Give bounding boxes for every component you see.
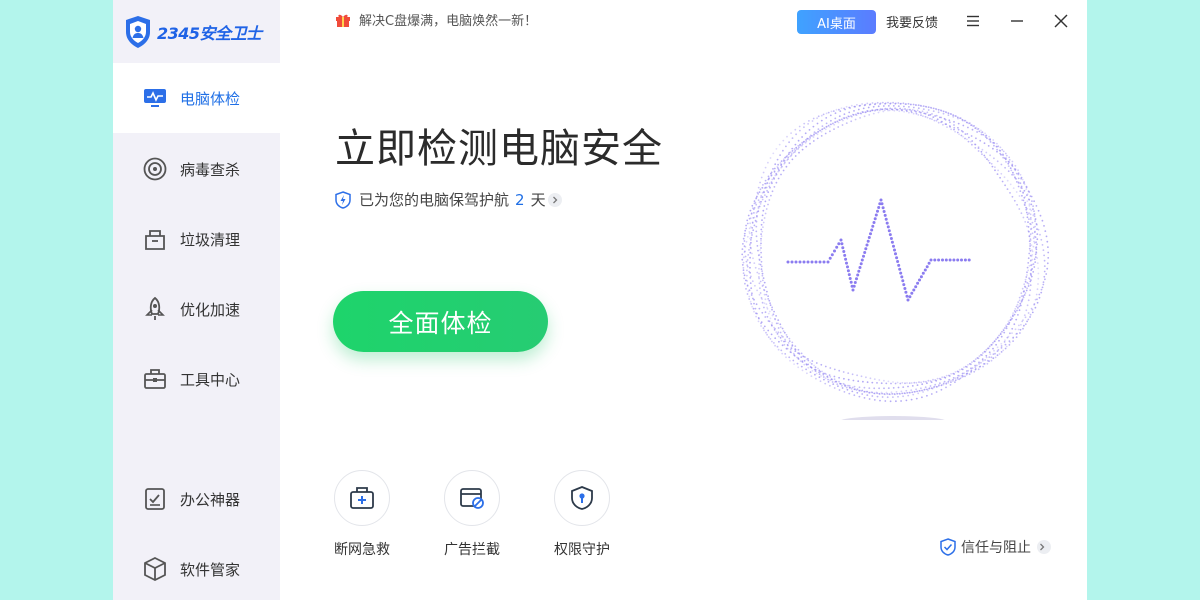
sidebar-item-pc-checkup[interactable]: 电脑体检 [113, 63, 280, 133]
sidebar-item-label: 优化加速 [180, 300, 241, 319]
tool-ad-block[interactable]: 广告拦截 [432, 470, 512, 559]
close-icon [1054, 14, 1068, 28]
rocket-icon [142, 296, 168, 322]
ai-desktop-button[interactable]: AI桌面 [797, 10, 876, 34]
hamburger-icon [967, 15, 979, 27]
close-button[interactable] [1049, 10, 1073, 32]
network-rescue-icon [334, 470, 390, 526]
trash-bin-icon [142, 226, 168, 252]
sidebar-item-junk-clean[interactable]: 垃圾清理 [113, 204, 280, 274]
checklist-icon [142, 486, 168, 512]
ad-block-icon [444, 470, 500, 526]
page-title: 立即检测电脑安全 [335, 126, 663, 172]
shield-check-icon [940, 538, 956, 556]
target-icon [142, 156, 168, 182]
shield-logo-icon [126, 15, 150, 48]
sidebar-item-label: 病毒查杀 [180, 160, 241, 179]
tool-label: 权限守护 [554, 542, 610, 558]
sidebar-item-tool-center[interactable]: 工具中心 [113, 344, 280, 414]
guard-text: 已为您的电脑保驾护航 [359, 191, 510, 209]
sidebar-item-label: 工具中心 [180, 370, 241, 389]
sidebar-item-software-manager[interactable]: 软件管家 [113, 534, 280, 600]
minimize-icon [1011, 20, 1023, 22]
sidebar-item-label: 软件管家 [180, 560, 241, 579]
tool-permission-guard[interactable]: 权限守护 [542, 470, 622, 559]
sidebar-item-virus-scan[interactable]: 病毒查杀 [113, 134, 280, 204]
promo-banner[interactable]: 解决C盘爆满，电脑焕然一新！ [335, 10, 537, 29]
menu-button[interactable] [961, 10, 985, 32]
app-logo: 2345安全卫士 [113, 0, 280, 63]
gift-icon [336, 14, 350, 27]
tool-label: 广告拦截 [444, 542, 500, 558]
shield-lock-icon [554, 470, 610, 526]
shield-check-icon [335, 190, 351, 209]
cube-icon [142, 556, 168, 582]
sidebar: 2345安全卫士 电脑体检 病毒查杀 垃圾清理 优化加速 工具中心 办公神器 软… [113, 0, 280, 600]
guard-unit: 天 [530, 191, 546, 209]
protection-days[interactable]: 已为您的电脑保驾护航 2 天 [335, 189, 562, 210]
trust-label: 信任与阻止 [961, 540, 1031, 556]
minimize-button[interactable] [1005, 10, 1029, 32]
sidebar-item-optimize[interactable]: 优化加速 [113, 274, 280, 344]
feedback-link[interactable]: 我要反馈 [886, 12, 938, 31]
sidebar-item-label: 办公神器 [180, 490, 241, 509]
logo-text: 2345安全卫士 [157, 23, 262, 43]
sidebar-item-office-tools[interactable]: 办公神器 [113, 464, 280, 534]
chevron-right-icon [1037, 540, 1051, 554]
chevron-right-icon [547, 192, 562, 207]
trust-and-block-link[interactable]: 信任与阻止 [940, 537, 1051, 557]
monitor-pulse-icon [142, 85, 168, 111]
guard-days-count: 2 [515, 190, 525, 209]
scan-orb-illustration [741, 101, 1050, 420]
sidebar-item-label: 电脑体检 [180, 89, 241, 108]
tool-label: 断网急救 [334, 542, 390, 558]
full-scan-button[interactable]: 全面体检 [333, 291, 548, 352]
promo-text: 解决C盘爆满，电脑焕然一新！ [359, 14, 538, 29]
tool-network-rescue[interactable]: 断网急救 [322, 470, 402, 559]
toolbox-icon [142, 366, 168, 392]
sidebar-item-label: 垃圾清理 [180, 230, 241, 249]
app-window: 2345安全卫士 电脑体检 病毒查杀 垃圾清理 优化加速 工具中心 办公神器 软… [113, 0, 1087, 600]
